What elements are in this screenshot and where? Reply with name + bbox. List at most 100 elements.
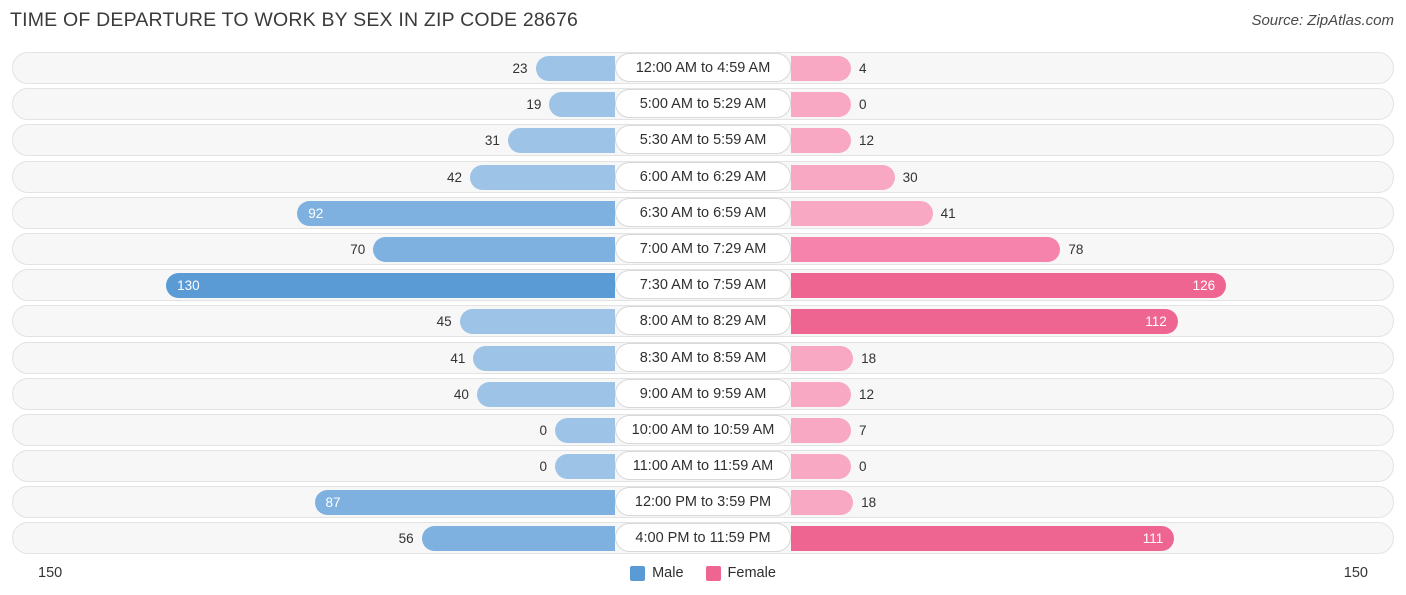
row-bars: 40 12 9:00 AM to 9:59 AM [0, 376, 1406, 412]
bar-male[interactable] [555, 454, 615, 480]
bar-value-male: 45 [436, 314, 452, 330]
bar-male[interactable] [507, 128, 615, 154]
page-title: TIME OF DEPARTURE TO WORK BY SEX IN ZIP … [10, 9, 579, 31]
bar-male[interactable] [469, 164, 615, 190]
bar-value-female: 12 [859, 386, 875, 402]
row-bars: 42 30 6:00 AM to 6:29 AM [0, 159, 1406, 195]
bar-value-male: 56 [398, 531, 414, 547]
row-bars: 23 4 12:00 AM to 4:59 AM [0, 50, 1406, 86]
bar-male[interactable] [459, 309, 615, 335]
bar-female[interactable]: 112 [791, 309, 1178, 335]
bar-female[interactable] [791, 454, 851, 480]
category-label: 6:30 AM to 6:59 AM [615, 197, 791, 227]
source-attribution: Source: ZipAtlas.com [1251, 12, 1394, 29]
bar-female[interactable] [791, 490, 854, 516]
bar-female[interactable] [791, 200, 933, 226]
chart-rows: 23 4 12:00 AM to 4:59 AM 19 0 5:00 AM to 5:29… [0, 50, 1406, 557]
chart-footer: 150 Male Female 150 [0, 555, 1406, 595]
category-label: 4:00 PM to 11:59 PM [615, 523, 791, 553]
bar-male[interactable]: 87 [314, 490, 615, 516]
bar-value-female: 126 [1192, 278, 1216, 294]
bar-female[interactable] [791, 381, 851, 407]
bar-value-male: 70 [350, 241, 366, 257]
bar-male[interactable] [473, 345, 615, 371]
bar-value-female: 0 [859, 459, 867, 475]
chart-row: 45 112 8:00 AM to 8:29 AM [0, 303, 1406, 339]
bar-female[interactable] [791, 56, 851, 81]
category-label: 8:30 AM to 8:59 AM [615, 342, 791, 372]
bar-male[interactable] [535, 56, 615, 81]
row-bars: 0 7 10:00 AM to 10:59 AM [0, 412, 1406, 448]
bar-value-male: 41 [450, 350, 466, 366]
bar-female[interactable] [791, 128, 851, 154]
legend-swatch-icon [705, 565, 721, 581]
legend-swatch-icon [630, 565, 646, 581]
chart-row: 31 12 5:30 AM to 5:59 AM [0, 122, 1406, 158]
bar-female[interactable] [791, 164, 895, 190]
category-label: 12:00 AM to 4:59 AM [615, 53, 791, 82]
row-bars: 19 0 5:00 AM to 5:29 AM [0, 86, 1406, 122]
chart-row: 92 41 6:30 AM to 6:59 AM [0, 195, 1406, 231]
row-bars: 130 126 7:30 AM to 7:59 AM [0, 267, 1406, 303]
bar-value-male: 92 [308, 205, 324, 221]
row-bars: 0 0 11:00 AM to 11:59 AM [0, 448, 1406, 484]
bar-value-male: 130 [177, 278, 200, 294]
bar-value-female: 111 [1142, 531, 1164, 547]
bar-female[interactable] [791, 92, 851, 118]
legend-item[interactable]: Female [705, 565, 776, 581]
chart-row: 0 7 10:00 AM to 10:59 AM [0, 412, 1406, 448]
category-label: 5:30 AM to 5:59 AM [615, 125, 791, 155]
chart-row: 19 0 5:00 AM to 5:29 AM [0, 86, 1406, 122]
category-label: 8:00 AM to 8:29 AM [615, 306, 791, 336]
row-bars: 41 18 8:30 AM to 8:59 AM [0, 340, 1406, 376]
row-bars: 87 18 12:00 PM to 3:59 PM [0, 484, 1406, 520]
chart-row: 130 126 7:30 AM to 7:59 AM [0, 267, 1406, 303]
bar-value-female: 0 [859, 97, 867, 113]
row-bars: 45 112 8:00 AM to 8:29 AM [0, 303, 1406, 339]
bar-female[interactable] [791, 345, 854, 371]
bar-value-male: 87 [325, 495, 341, 511]
chart-legend: Male Female [0, 565, 1406, 581]
bar-value-female: 18 [861, 495, 877, 511]
category-label: 7:30 AM to 7:59 AM [615, 270, 791, 300]
chart-row: 56 111 4:00 PM to 11:59 PM [0, 520, 1406, 556]
chart-row: 40 12 9:00 AM to 9:59 AM [0, 376, 1406, 412]
bar-value-male: 19 [526, 97, 542, 113]
bar-value-male: 31 [484, 133, 500, 149]
category-label: 5:00 AM to 5:29 AM [615, 89, 791, 119]
bar-value-female: 18 [861, 350, 877, 366]
category-label: 9:00 AM to 9:59 AM [615, 378, 791, 408]
chart-row: 23 4 12:00 AM to 4:59 AM [0, 50, 1406, 86]
bar-female[interactable] [791, 236, 1061, 262]
axis-label-right: 150 [1343, 565, 1368, 581]
bar-value-male: 0 [539, 459, 547, 475]
bar-male[interactable] [421, 526, 615, 552]
bar-value-female: 30 [902, 169, 918, 185]
bar-value-female: 7 [859, 422, 867, 438]
row-bars: 31 12 5:30 AM to 5:59 AM [0, 122, 1406, 158]
bar-female[interactable] [791, 417, 851, 443]
bar-value-female: 78 [1068, 241, 1084, 257]
bar-value-female: 112 [1145, 314, 1167, 330]
legend-label: Male [652, 565, 684, 581]
bar-male[interactable]: 92 [297, 200, 615, 226]
bar-male[interactable] [476, 381, 615, 407]
legend-label: Female [727, 565, 776, 581]
bar-value-female: 41 [940, 205, 956, 221]
bar-value-female: 4 [859, 61, 867, 76]
bar-female[interactable]: 126 [791, 273, 1227, 299]
bar-male[interactable] [373, 236, 615, 262]
chart-row: 0 0 11:00 AM to 11:59 AM [0, 448, 1406, 484]
category-label: 7:00 AM to 7:29 AM [615, 233, 791, 263]
bar-value-male: 40 [453, 386, 469, 402]
chart-row: 87 18 12:00 PM to 3:59 PM [0, 484, 1406, 520]
legend-item[interactable]: Male [630, 565, 684, 581]
chart-row: 42 30 6:00 AM to 6:29 AM [0, 159, 1406, 195]
bar-value-male: 42 [446, 169, 462, 185]
bar-male[interactable]: 130 [166, 273, 615, 299]
bar-male[interactable] [555, 417, 615, 443]
bar-female[interactable]: 111 [791, 526, 1175, 552]
category-label: 11:00 AM to 11:59 AM [615, 451, 791, 481]
chart-row: 41 18 8:30 AM to 8:59 AM [0, 340, 1406, 376]
bar-male[interactable] [549, 92, 615, 118]
